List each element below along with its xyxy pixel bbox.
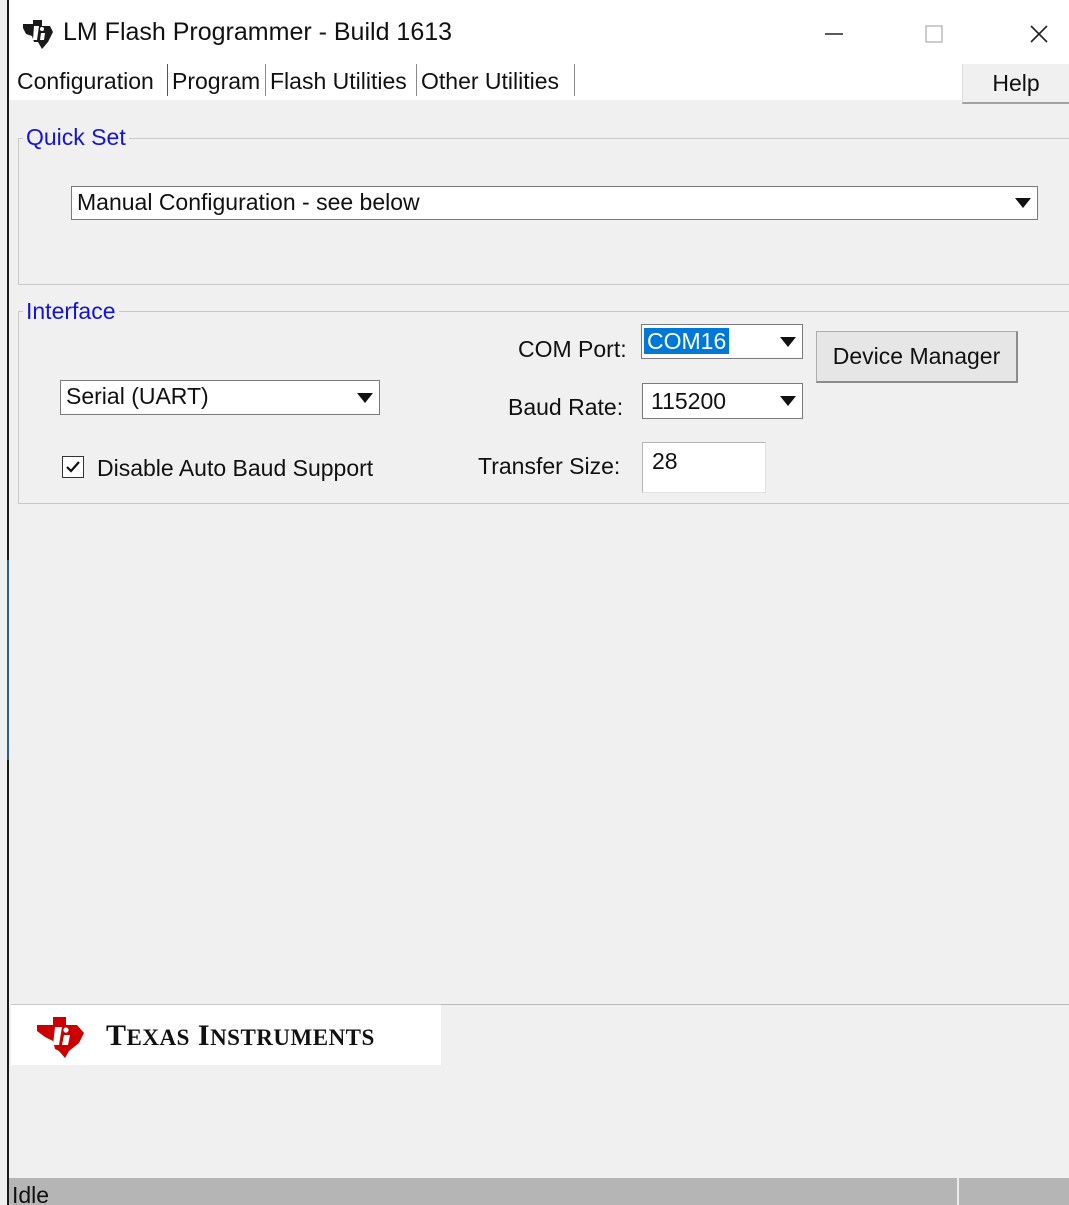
window-left-accent: [7, 560, 9, 760]
tab-strip: Configuration Program Flash Utilities Ot…: [9, 64, 1069, 100]
tab-configuration[interactable]: Configuration: [13, 64, 168, 96]
quick-set-legend: Quick Set: [23, 124, 129, 151]
help-button[interactable]: Help: [962, 64, 1069, 104]
interface-legend: Interface: [23, 298, 119, 325]
minimize-button[interactable]: [799, 12, 869, 56]
status-bar: Idle: [9, 1178, 1069, 1205]
ti-logo-panel: TEXAS INSTRUMENTS: [11, 1004, 441, 1065]
status-text: Idle: [12, 1182, 50, 1205]
title-bar[interactable]: LM Flash Programmer - Build 1613: [9, 0, 1069, 64]
window-title: LM Flash Programmer - Build 1613: [63, 18, 453, 46]
chevron-down-icon[interactable]: [1015, 198, 1031, 208]
baud-rate-label: Baud Rate:: [508, 394, 624, 420]
com-port-label: COM Port:: [518, 336, 627, 362]
tab-flash-utilities[interactable]: Flash Utilities: [266, 64, 417, 96]
quick-set-value: Manual Configuration - see below: [77, 189, 420, 215]
chevron-down-icon[interactable]: [780, 336, 796, 347]
transfer-size-input[interactable]: 28: [642, 442, 766, 493]
baud-rate-value: 115200: [651, 388, 727, 414]
minimize-icon: [825, 33, 843, 35]
tab-other-utilities[interactable]: Other Utilities: [417, 64, 575, 96]
disable-auto-baud-label[interactable]: Disable Auto Baud Support: [97, 455, 373, 482]
maximize-icon: [925, 25, 943, 43]
baud-rate-select[interactable]: 115200: [642, 383, 803, 419]
transfer-size-label: Transfer Size:: [478, 453, 621, 479]
chevron-down-icon[interactable]: [357, 392, 373, 403]
device-manager-button[interactable]: Device Manager: [816, 331, 1018, 383]
interface-type-value: Serial (UART): [66, 383, 209, 409]
ti-logo-icon: [37, 1017, 84, 1058]
app-window: LM Flash Programmer - Build 1613 Configu…: [0, 0, 1069, 1205]
com-port-value: COM16: [644, 328, 730, 354]
chevron-down-icon[interactable]: [780, 396, 796, 406]
check-icon: [66, 461, 80, 473]
close-icon: [1030, 25, 1048, 43]
tab-program[interactable]: Program: [168, 64, 266, 96]
ti-wordmark: TEXAS INSTRUMENTS: [106, 1019, 375, 1052]
status-divider: [957, 1178, 959, 1205]
disable-auto-baud-checkbox[interactable]: [62, 456, 84, 478]
ti-logo-icon: [20, 16, 56, 52]
bottom-separator: [441, 1004, 1069, 1005]
maximize-button[interactable]: [899, 12, 969, 56]
transfer-size-value: 28: [652, 448, 678, 474]
com-port-select[interactable]: COM16: [641, 324, 803, 359]
close-button[interactable]: [1004, 12, 1069, 56]
interface-type-select[interactable]: Serial (UART): [60, 380, 380, 415]
quick-set-select[interactable]: Manual Configuration - see below: [71, 186, 1038, 220]
